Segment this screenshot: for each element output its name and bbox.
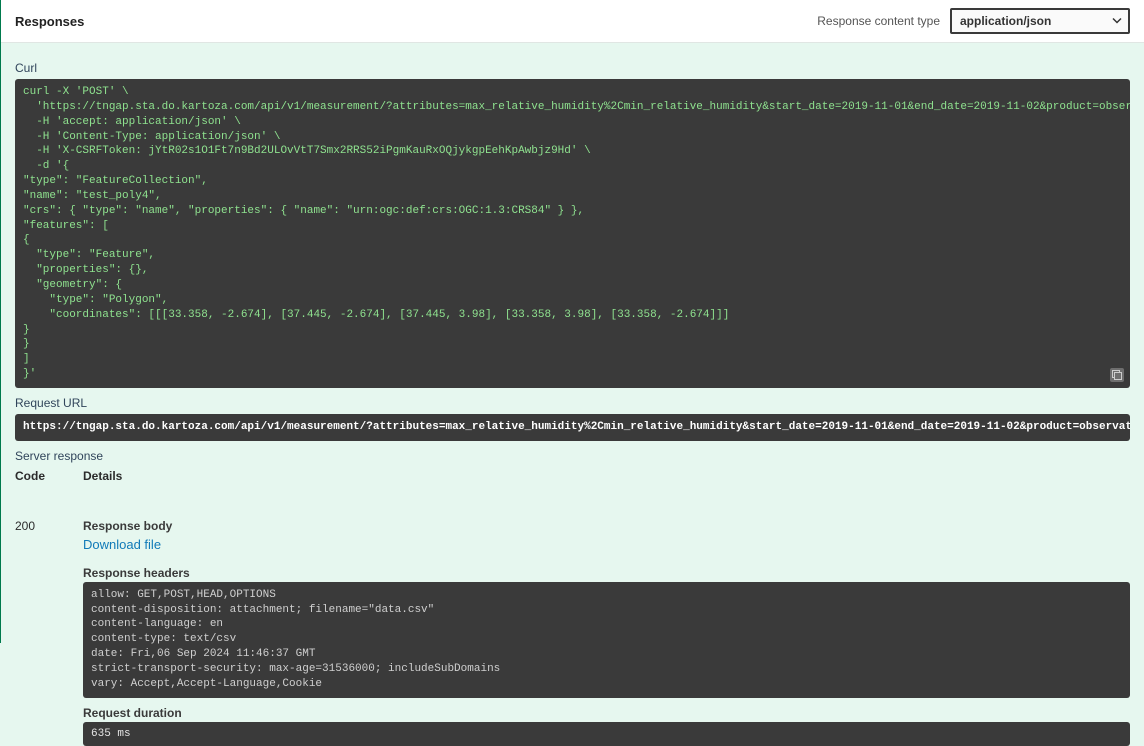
curl-text: curl -X 'POST' \ 'https://tngap.sta.do.k… [23,86,1130,380]
section-title: Responses [15,14,84,29]
curl-code-block: curl -X 'POST' \ 'https://tngap.sta.do.k… [15,79,1130,388]
request-url-block: https://tngap.sta.do.kartoza.com/api/v1/… [15,414,1130,441]
request-url-label: Request URL [15,396,1130,410]
content-type-group: Response content type application/json [817,8,1130,34]
details-column-header: Details [83,467,1130,491]
server-response-label: Server response [15,449,1130,463]
copy-icon[interactable] [1110,368,1124,382]
status-code: 200 [15,491,75,746]
responses-header-bar: Responses Response content type applicat… [1,0,1144,43]
request-duration-block: 635 ms [83,722,1130,746]
details-column: Response body Download file Response hea… [83,491,1130,746]
content-type-label: Response content type [817,14,940,28]
code-column-header: Code [15,467,75,491]
response-grid: Code Details 200 Response body Download … [15,467,1130,746]
curl-label: Curl [15,61,1130,75]
content-type-select[interactable]: application/json [950,8,1130,34]
download-file-link[interactable]: Download file [83,537,161,552]
response-body-label: Response body [83,519,1130,533]
response-headers-block: allow: GET,POST,HEAD,OPTIONS content-dis… [83,582,1130,698]
request-duration-label: Request duration [83,706,1130,720]
response-headers-label: Response headers [83,566,1130,580]
responses-body: Curl curl -X 'POST' \ 'https://tngap.sta… [1,43,1144,746]
content-type-value: application/json [950,8,1130,34]
